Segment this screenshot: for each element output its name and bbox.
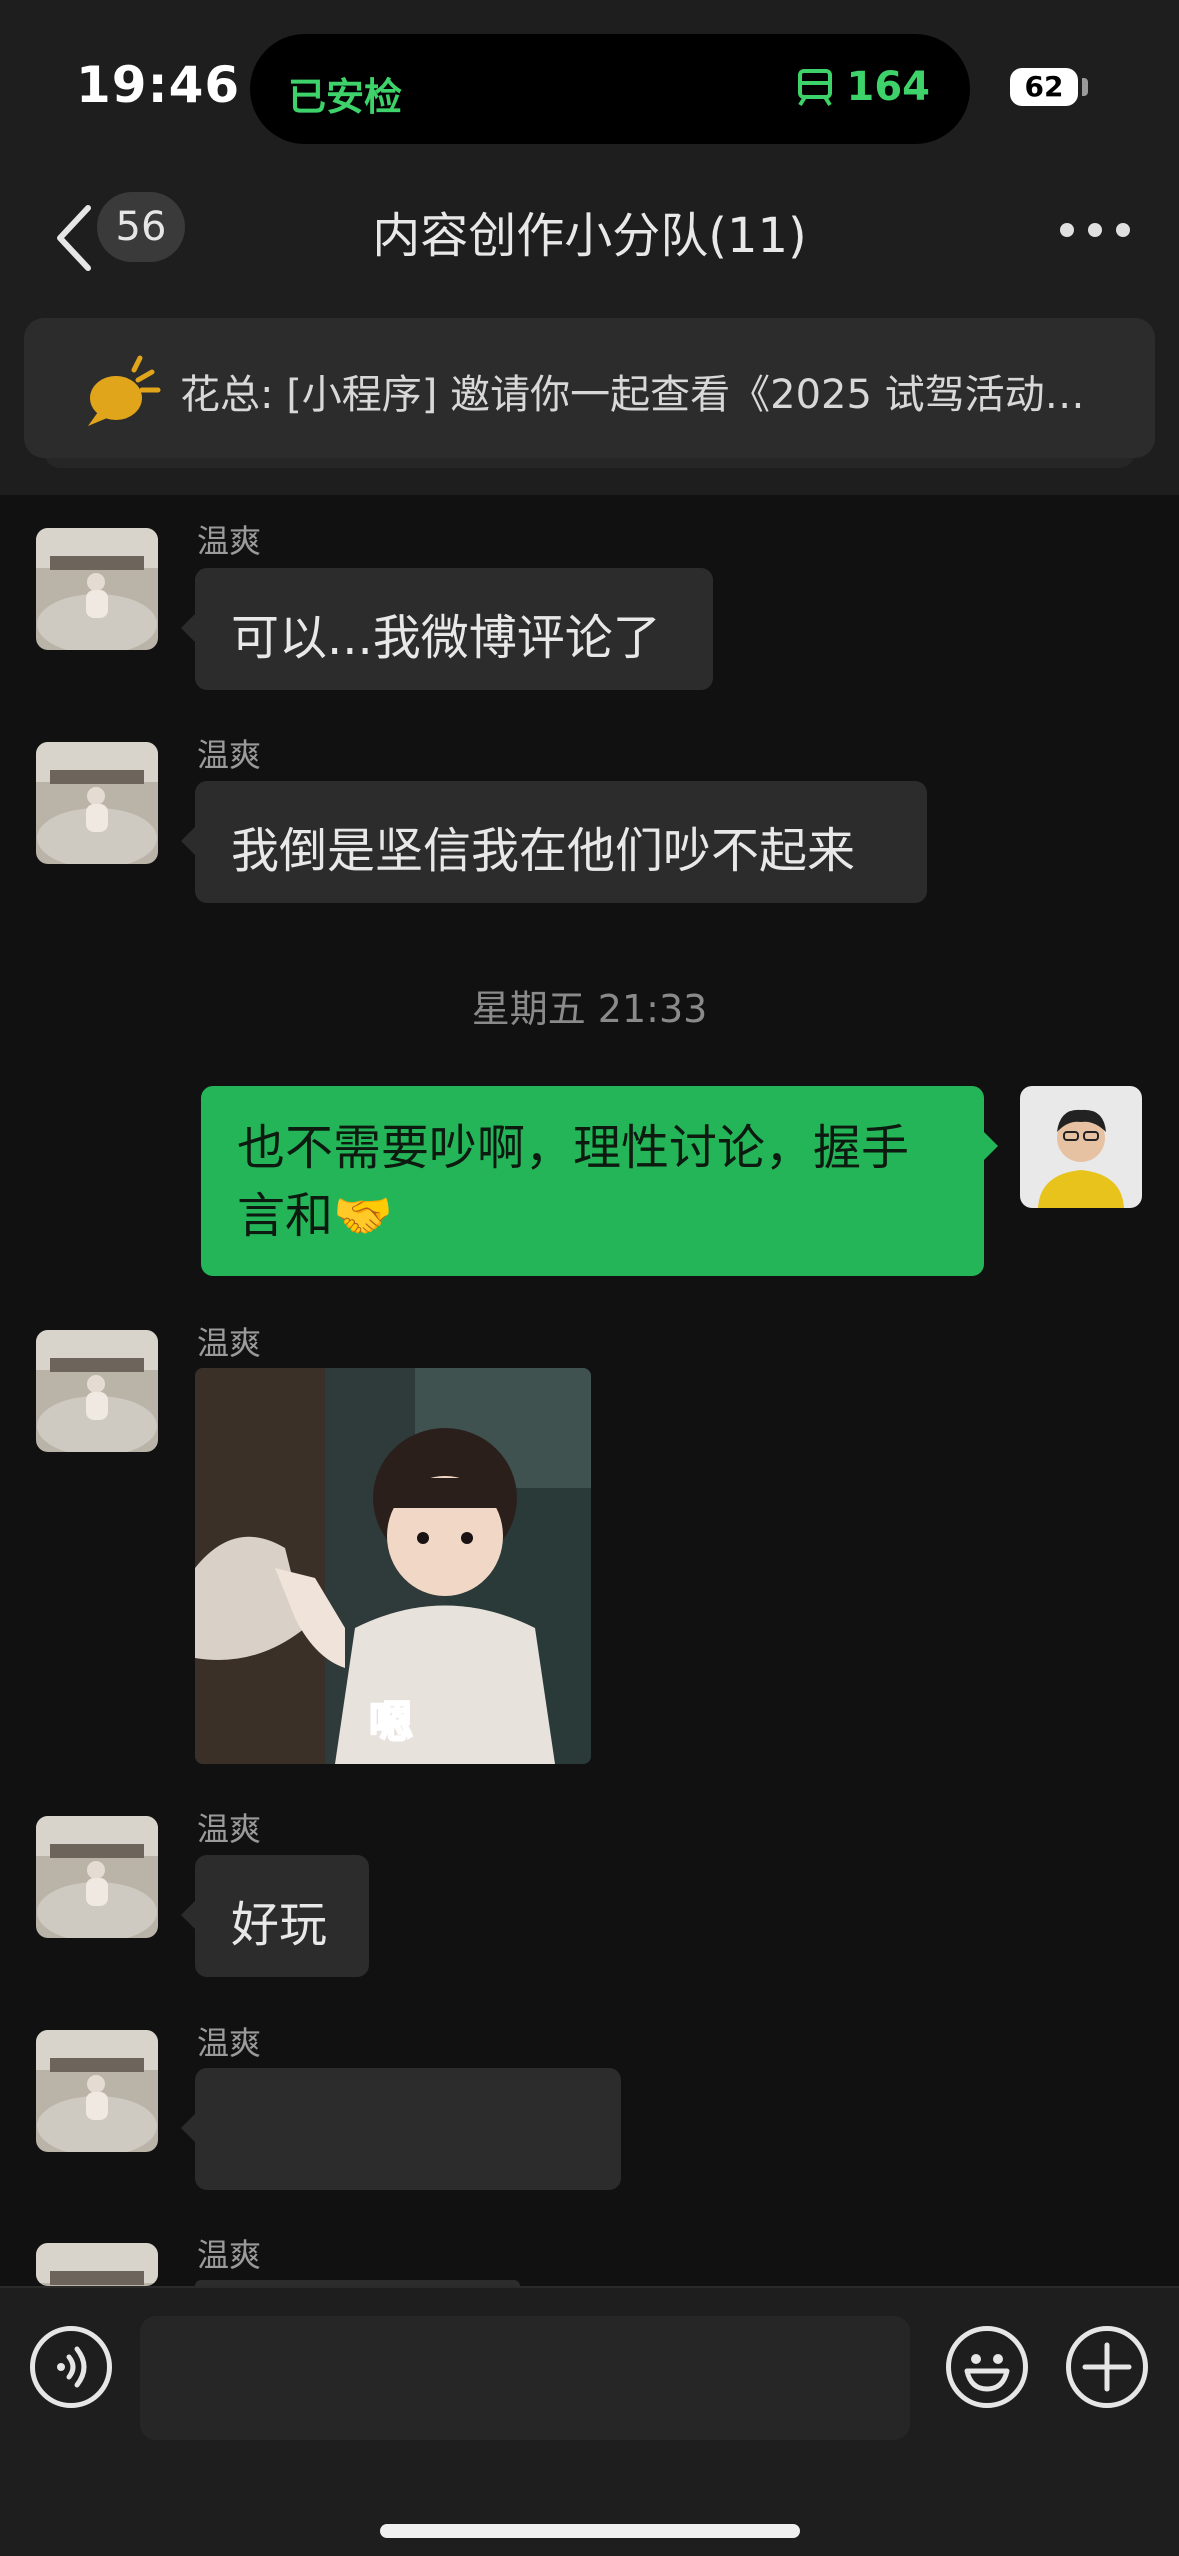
sender-name: 温爽 (197, 522, 262, 560)
battery-indicator: 62 (1010, 68, 1078, 106)
message-bubble-outgoing[interactable]: 也不需要吵啊，理性讨论，握手言和🤝 (201, 1086, 998, 1276)
voice-icon[interactable] (30, 2326, 112, 2408)
announcement-text: 花总: [小程序] 邀请你一起查看《2025 试驾活动… (180, 372, 1085, 418)
sender-name: 温爽 (197, 1810, 262, 1848)
sticker-caption: 嗯 (368, 1696, 414, 1749)
status-time: 19:46 (76, 56, 241, 114)
sender-name: 温爽 (197, 1324, 262, 1362)
avatar[interactable] (36, 2243, 158, 2286)
avatar[interactable] (36, 1816, 158, 1938)
status-bar: 19:46 已安检 164 62 (0, 0, 1179, 170)
battery-tip (1082, 78, 1088, 96)
megaphone-icon (88, 355, 161, 426)
my-avatar[interactable] (1020, 1086, 1142, 1208)
announcement-banner[interactable]: 花总: [小程序] 邀请你一起查看《2025 试驾活动… (24, 318, 1155, 458)
home-indicator[interactable] (380, 2524, 800, 2538)
dynamic-island[interactable]: 已安检 164 (250, 34, 970, 144)
message-bubble[interactable]: 我倒是坚信我在他们吵不起来 (181, 781, 927, 903)
sender-name: 温爽 (197, 2236, 262, 2274)
avatar[interactable] (36, 2030, 158, 2152)
chat-title: 内容创作小分队(11) (372, 208, 807, 264)
announcement-area: 花总: [小程序] 邀请你一起查看《2025 试驾活动… (0, 310, 1179, 495)
metro-icon (797, 69, 832, 107)
avatar[interactable] (36, 528, 158, 650)
message-bubble[interactable]: 可以...我微博评论了 (181, 568, 713, 690)
emoji-icon[interactable] (946, 2326, 1028, 2408)
plus-icon[interactable] (1066, 2326, 1148, 2408)
sender-name: 温爽 (197, 736, 262, 774)
input-bar (0, 2286, 1179, 2556)
message-input[interactable] (140, 2316, 910, 2440)
more-dots-icon[interactable] (1060, 210, 1130, 250)
avatar[interactable] (36, 742, 158, 864)
message-bubble[interactable] (181, 2068, 621, 2190)
metro-info: 164 (795, 64, 931, 110)
time-divider: 星期五 21:33 (471, 987, 708, 1031)
security-check-status: 已安检 (288, 75, 403, 119)
avatar[interactable] (36, 1330, 158, 1452)
message-bubble[interactable]: 好玩 (181, 1855, 369, 1977)
sender-name: 温爽 (197, 2024, 262, 2062)
sticker-image[interactable]: 嗯 (195, 1368, 591, 1764)
metro-count: 164 (846, 64, 931, 110)
